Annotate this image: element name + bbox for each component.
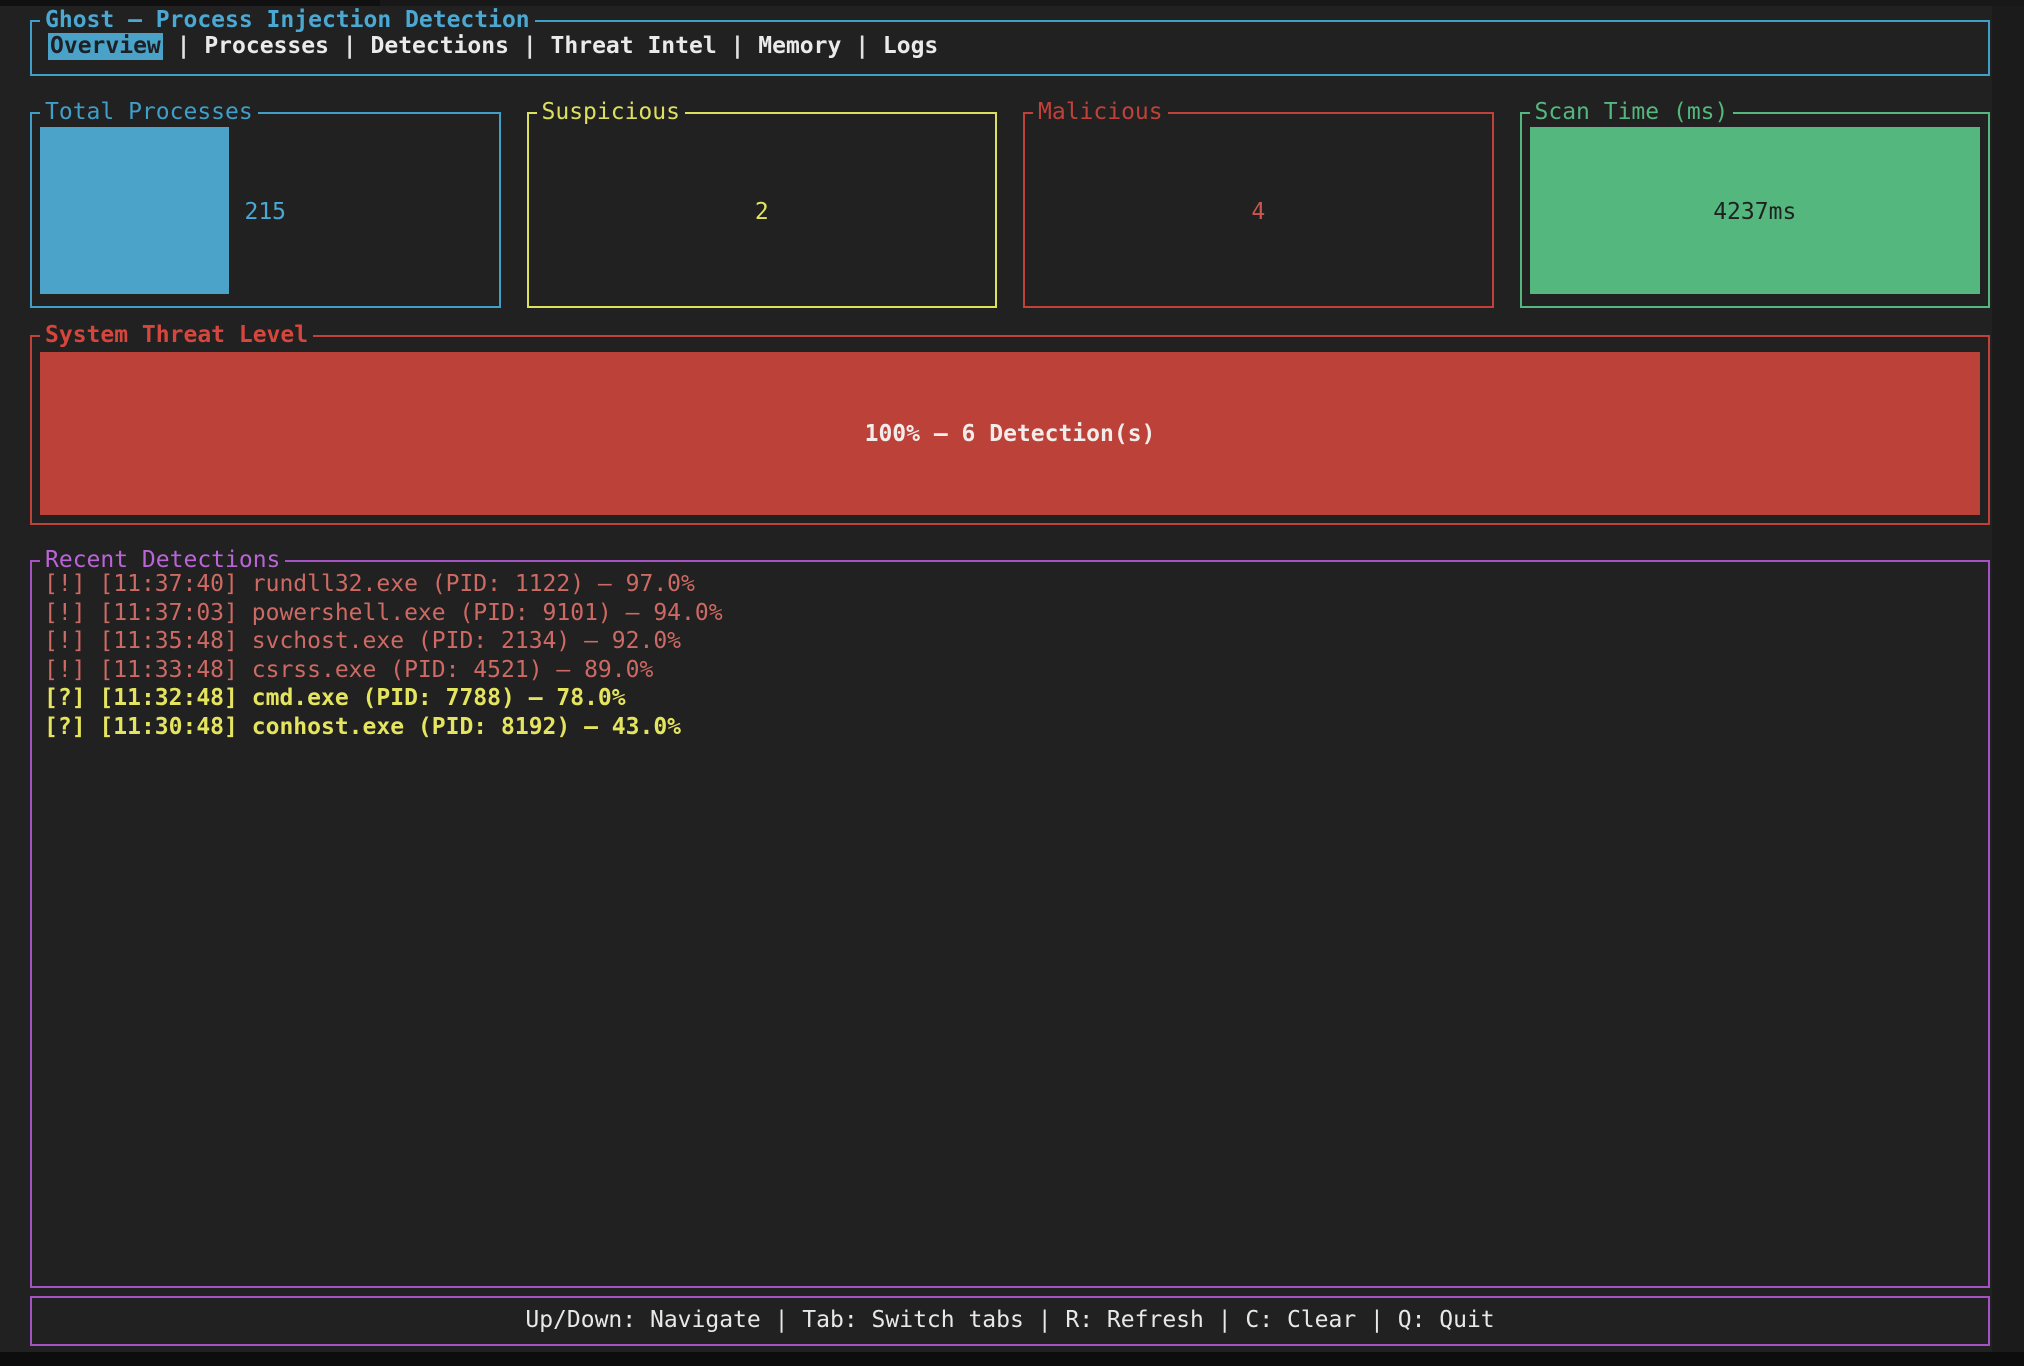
metric-title: Total Processes	[40, 99, 258, 125]
detection-text: conhost.exe (PID: 8192) — 43.0%	[252, 714, 681, 740]
tab-overview[interactable]: Overview	[48, 32, 163, 60]
tab-separator: |	[841, 33, 883, 59]
detection-row[interactable]: [?] [11:30:48] conhost.exe (PID: 8192) —…	[44, 713, 1988, 742]
metric-value: 4	[1033, 199, 1484, 225]
detection-list: [!] [11:37:40] rundll32.exe (PID: 1122) …	[32, 562, 1988, 741]
detection-timestamp: [11:30:48]	[99, 714, 237, 740]
detection-text: powershell.exe (PID: 9101) — 94.0%	[252, 600, 723, 626]
status-bar-text: Up/Down: Navigate | Tab: Switch tabs | R…	[32, 1298, 1988, 1342]
detection-tag: [!]	[44, 657, 86, 683]
detection-tag: [!]	[44, 628, 86, 654]
threat-level-label: 100% — 6 Detection(s)	[40, 421, 1980, 447]
detection-tag: [?]	[44, 685, 86, 711]
metric-gauge: 215	[40, 127, 491, 294]
detection-row[interactable]: [?] [11:32:48] cmd.exe (PID: 7788) — 78.…	[44, 684, 1988, 713]
tab-logs[interactable]: Logs	[883, 33, 938, 59]
detection-timestamp: [11:37:40]	[99, 571, 237, 597]
detection-text: cmd.exe (PID: 7788) — 78.0%	[252, 685, 626, 711]
tab-processes[interactable]: Processes	[204, 33, 329, 59]
tab-threat-intel[interactable]: Threat Intel	[551, 33, 717, 59]
metric-suspicious: Suspicious2	[527, 112, 998, 308]
tab-bar-panel: Ghost — Process Injection Detection Over…	[30, 20, 1990, 76]
tab-memory[interactable]: Memory	[758, 33, 841, 59]
metric-malicious: Malicious4	[1023, 112, 1494, 308]
app-root: Ghost — Process Injection Detection Over…	[30, 6, 1990, 1346]
metric-gauge: 2	[537, 127, 988, 294]
metric-gauge: 4237ms	[1530, 127, 1981, 294]
detection-text: csrss.exe (PID: 4521) — 89.0%	[252, 657, 654, 683]
window-bottom-edge	[0, 1352, 2024, 1366]
recent-detections-title: Recent Detections	[40, 547, 285, 573]
detection-timestamp: [11:35:48]	[99, 628, 237, 654]
threat-level-panel: System Threat Level 100% — 6 Detection(s…	[30, 335, 1990, 525]
metric-scan-time-ms: Scan Time (ms)4237ms	[1520, 112, 1991, 308]
tab-separator: |	[717, 33, 759, 59]
terminal-screen: Ghost — Process Injection Detection Over…	[0, 0, 2024, 1366]
detection-tag: [!]	[44, 571, 86, 597]
metrics-row: Total Processes215Suspicious2Malicious4S…	[30, 112, 1990, 308]
threat-level-title: System Threat Level	[40, 322, 313, 348]
metric-title: Suspicious	[537, 99, 685, 125]
metric-value: 215	[40, 199, 491, 225]
detection-tag: [!]	[44, 600, 86, 626]
tab-separator: |	[329, 33, 371, 59]
metric-value: 2	[537, 199, 988, 225]
status-bar: Up/Down: Navigate | Tab: Switch tabs | R…	[30, 1296, 1990, 1346]
metric-total-processes: Total Processes215	[30, 112, 501, 308]
detection-row[interactable]: [!] [11:35:48] svchost.exe (PID: 2134) —…	[44, 627, 1988, 656]
detection-text: svchost.exe (PID: 2134) — 92.0%	[252, 628, 681, 654]
detection-timestamp: [11:33:48]	[99, 657, 237, 683]
tab-separator: |	[163, 33, 205, 59]
detection-row[interactable]: [!] [11:37:40] rundll32.exe (PID: 1122) …	[44, 570, 1988, 599]
app-title: Ghost — Process Injection Detection	[40, 7, 535, 33]
threat-level-gauge: 100% — 6 Detection(s)	[40, 352, 1980, 515]
detection-row[interactable]: [!] [11:33:48] csrss.exe (PID: 4521) — 8…	[44, 656, 1988, 685]
detection-tag: [?]	[44, 714, 86, 740]
tab-separator: |	[509, 33, 551, 59]
window-right-edge	[1992, 0, 2024, 1366]
metric-title: Malicious	[1033, 99, 1168, 125]
tab-detections[interactable]: Detections	[371, 33, 509, 59]
metric-gauge: 4	[1033, 127, 1484, 294]
metric-title: Scan Time (ms)	[1530, 99, 1734, 125]
detection-text: rundll32.exe (PID: 1122) — 97.0%	[252, 571, 695, 597]
detection-timestamp: [11:32:48]	[99, 685, 237, 711]
detection-row[interactable]: [!] [11:37:03] powershell.exe (PID: 9101…	[44, 599, 1988, 628]
detection-timestamp: [11:37:03]	[99, 600, 237, 626]
metric-value: 4237ms	[1530, 199, 1981, 225]
recent-detections-panel: Recent Detections [!] [11:37:40] rundll3…	[30, 560, 1990, 1288]
